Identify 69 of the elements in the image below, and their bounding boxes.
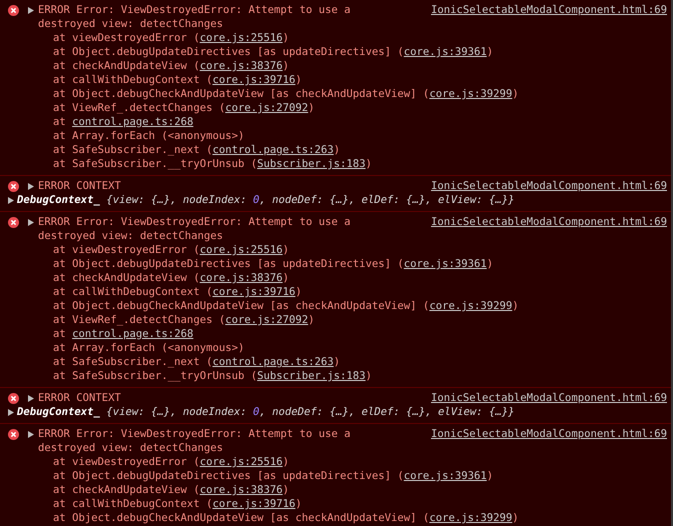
stack-line: at SafeSubscriber._next (control.page.ts:263) [52,355,342,369]
file-link[interactable]: Subscriber.js:183 [257,158,366,170]
stack-line: at checkAndUpdateView (core.js:38376) [52,483,290,497]
file-link[interactable]: control.page.ts:263 [212,144,334,156]
error-icon [8,5,19,16]
error-icon [8,217,19,228]
stack-line: at control.page.ts:268 [52,115,194,129]
file-link[interactable]: core.js:39299 [429,88,512,100]
stack-line: at Object.debugUpdateDirectives [as updateDirectives] (core.js:39361) [52,45,494,59]
source-link[interactable]: IonicSelectableModalComponent.html:69 [431,215,667,229]
file-link[interactable]: Subscriber.js:183 [257,370,366,382]
file-link[interactable]: core.js:25516 [200,456,283,468]
stack-line: at callWithDebugContext (core.js:39716) [52,285,303,299]
stack-line: at Object.debugCheckAndUpdateView [as checkAndUpdateView] (core.js:39299) [52,511,520,525]
file-link[interactable]: core.js:38376 [200,272,283,284]
file-link[interactable]: core.js:39361 [404,46,487,58]
file-link[interactable]: core.js:39716 [212,498,296,510]
stack-line: at SafeSubscriber.__tryOrUnsub (Subscriber.js:183) [52,157,373,171]
stack-line: at Object.debugCheckAndUpdateView [as checkAndUpdateView] (core.js:39299) [52,299,520,313]
file-link[interactable]: core.js:39299 [429,300,512,312]
expand-triangle-icon[interactable] [28,431,34,438]
file-link[interactable]: core.js:27092 [225,102,308,114]
error-icon [8,393,19,404]
error-message: ERROR CONTEXT [38,179,121,193]
file-link[interactable]: control.page.ts:268 [72,116,194,128]
file-link[interactable]: core.js:38376 [200,60,283,72]
expand-triangle-icon[interactable] [28,183,34,190]
file-link[interactable]: core.js:39299 [429,512,512,524]
stack-line: at Object.debugUpdateDirectives [as updateDirectives] (core.js:39361) [52,257,494,271]
error-message: ERROR CONTEXT [38,391,121,405]
file-link[interactable]: core.js:27092 [225,314,308,326]
file-link[interactable]: core.js:39361 [404,470,487,482]
source-link[interactable]: IonicSelectableModalComponent.html:69 [431,391,667,405]
stack-line: at ViewRef_.detectChanges (core.js:27092) [52,101,316,115]
file-link[interactable]: core.js:39716 [212,74,296,86]
stack-line: at Object.debugCheckAndUpdateView [as checkAndUpdateView] (core.js:39299) [52,87,520,101]
stack-line: at checkAndUpdateView (core.js:38376) [52,59,290,73]
stack-line: at Array.forEach (<anonymous>) [52,341,246,355]
stack-line: at control.page.ts:268 [52,327,194,341]
stack-line: at viewDestroyedError (core.js:25516) [52,243,290,257]
stack-line: at SafeSubscriber.__tryOrUnsub (Subscriber.js:183) [52,369,373,383]
expand-triangle-icon[interactable] [28,395,34,402]
source-link[interactable]: IonicSelectableModalComponent.html:69 [431,427,667,441]
source-link[interactable]: IonicSelectableModalComponent.html:69 [431,179,667,193]
error-icon [8,181,19,192]
expand-triangle-icon[interactable] [8,408,14,416]
expand-triangle-icon[interactable] [8,196,14,204]
stack-line: at ViewRef_.detectChanges (core.js:27092) [52,313,316,327]
file-link[interactable]: core.js:38376 [200,484,283,496]
file-link[interactable]: core.js:25516 [200,32,283,44]
stack-line: at Array.forEach (<anonymous>) [52,129,246,143]
stack-line: at SafeSubscriber._next (control.page.ts:263) [52,143,342,157]
file-link[interactable]: core.js:39716 [212,286,296,298]
stack-line: at viewDestroyedError (core.js:25516) [52,31,290,45]
stack-line: at checkAndUpdateView (core.js:38376) [52,271,290,285]
object-preview[interactable]: DebugContext_ {view: {…}, nodeIndex: 0, nodeDef: {…}, elDef: {…}, elView: {…}} [17,193,515,207]
stack-line: at callWithDebugContext (core.js:39716) [52,497,303,511]
file-link[interactable]: control.page.ts:268 [72,328,194,340]
expand-triangle-icon[interactable] [28,7,34,14]
object-preview[interactable]: DebugContext_ {view: {…}, nodeIndex: 0, nodeDef: {…}, elDef: {…}, elView: {…}} [17,405,515,419]
expand-triangle-icon[interactable] [28,219,34,226]
error-icon [8,429,19,440]
file-link[interactable]: control.page.ts:263 [212,356,334,368]
stack-line: at callWithDebugContext (core.js:39716) [52,73,303,87]
stack-line: at viewDestroyedError (core.js:25516) [52,455,290,469]
source-link[interactable]: IonicSelectableModalComponent.html:69 [431,3,667,17]
file-link[interactable]: core.js:39361 [404,258,487,270]
file-link[interactable]: core.js:25516 [200,244,283,256]
stack-line: at Object.debugUpdateDirectives [as updateDirectives] (core.js:39361) [52,469,494,483]
